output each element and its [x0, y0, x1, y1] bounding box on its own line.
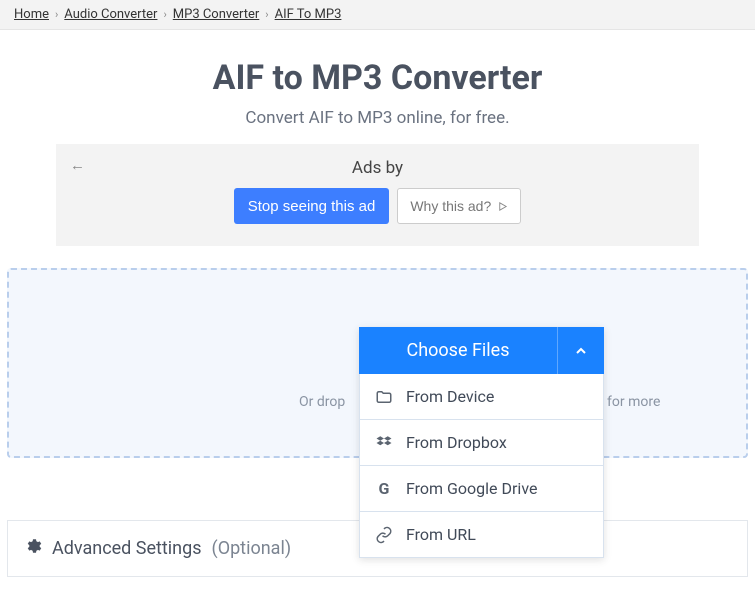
breadcrumb-audio-converter[interactable]: Audio Converter	[64, 7, 157, 22]
chevron-right-icon: ›	[265, 8, 268, 21]
from-dropbox-item[interactable]: From Dropbox	[359, 420, 604, 466]
breadcrumb: Home › Audio Converter › MP3 Converter ›…	[0, 0, 755, 30]
choose-files-menu: Choose Files From Device From Dropbox G …	[359, 327, 604, 558]
page-subtitle: Convert AIF to MP3 online, for free.	[0, 108, 755, 128]
why-this-ad-label: Why this ad?	[410, 198, 491, 214]
advanced-settings-label: Advanced Settings	[52, 538, 202, 559]
dropbox-icon	[374, 434, 394, 452]
breadcrumb-home[interactable]: Home	[14, 7, 49, 22]
from-device-label: From Device	[406, 387, 494, 406]
page-title: AIF to MP3 Converter	[0, 58, 755, 98]
stop-seeing-ad-button[interactable]: Stop seeing this ad	[234, 188, 390, 224]
from-device-item[interactable]: From Device	[359, 374, 604, 420]
from-url-item[interactable]: From URL	[359, 512, 604, 558]
google-icon: G	[374, 479, 394, 498]
from-google-drive-item[interactable]: G From Google Drive	[359, 466, 604, 512]
advanced-settings-optional: (Optional)	[212, 538, 292, 559]
ad-banner: ← Ads by Stop seeing this ad Why this ad…	[56, 144, 699, 246]
chevron-right-icon: ›	[163, 8, 166, 21]
hero: AIF to MP3 Converter Convert AIF to MP3 …	[0, 30, 755, 144]
from-dropbox-label: From Dropbox	[406, 433, 507, 452]
choose-files-button[interactable]: Choose Files	[359, 327, 558, 374]
file-dropzone[interactable]: Or drop for more Choose Files From Devic…	[7, 268, 748, 458]
arrow-left-icon[interactable]: ←	[70, 156, 85, 174]
drop-hint-right: for more	[607, 394, 660, 410]
folder-icon	[374, 388, 394, 406]
link-icon	[374, 526, 394, 544]
from-google-drive-label: From Google Drive	[406, 479, 537, 498]
breadcrumb-mp3-converter[interactable]: MP3 Converter	[173, 7, 260, 22]
chevron-up-icon	[573, 343, 589, 359]
ad-label: Ads by	[66, 158, 689, 178]
adchoices-icon	[497, 201, 508, 212]
why-this-ad-button[interactable]: Why this ad?	[397, 188, 521, 224]
gear-icon	[24, 537, 42, 560]
breadcrumb-aif-to-mp3[interactable]: AIF To MP3	[275, 7, 342, 22]
drop-hint-left: Or drop	[299, 394, 345, 410]
from-url-label: From URL	[406, 525, 476, 544]
chevron-right-icon: ›	[55, 8, 58, 21]
choose-files-toggle[interactable]	[558, 327, 604, 374]
